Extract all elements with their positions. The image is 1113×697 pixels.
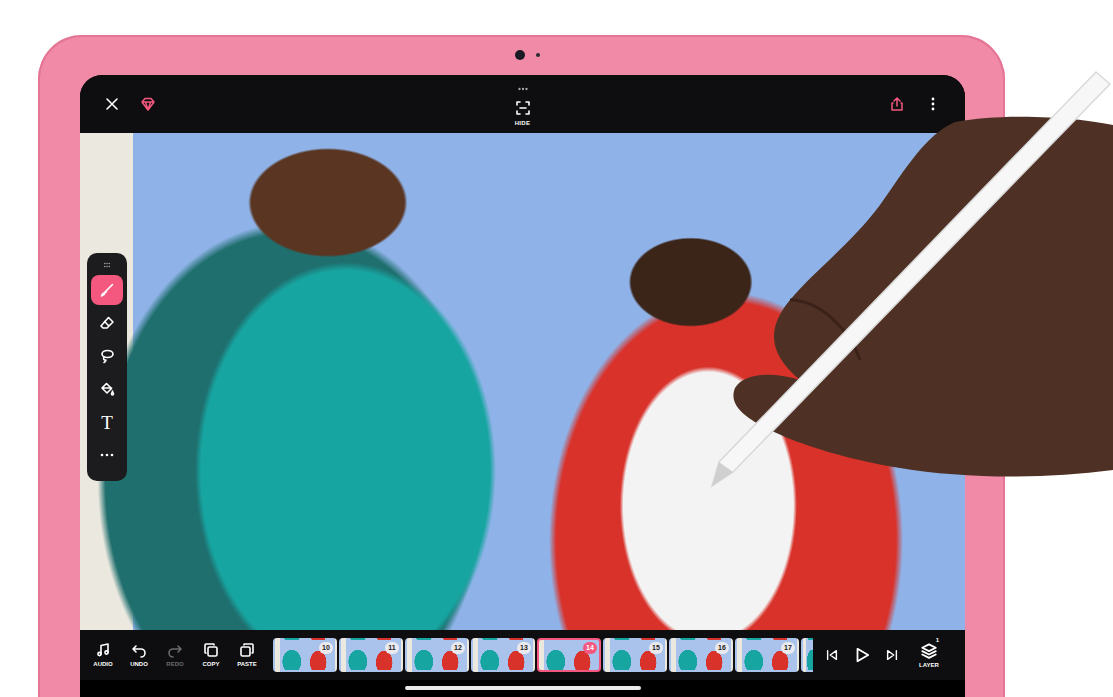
paste-icon — [239, 642, 255, 658]
top-bar: HIDE — [80, 75, 965, 133]
redo-icon — [167, 642, 183, 658]
premium-button[interactable] — [130, 86, 166, 122]
hide-icon — [515, 100, 531, 116]
frame-thumbnail[interactable]: 15 — [603, 638, 667, 672]
frame-thumbnail[interactable]: 14 — [537, 638, 601, 672]
brush-icon — [99, 282, 115, 298]
close-icon — [104, 96, 120, 112]
more-tool[interactable] — [91, 440, 123, 470]
undo-label: UNDO — [130, 661, 148, 668]
paste-label: PASTE — [237, 661, 257, 668]
share-button[interactable] — [879, 86, 915, 122]
more-icon — [99, 447, 115, 463]
lasso-icon — [99, 348, 115, 364]
frame-thumbnail[interactable]: 11 — [339, 638, 403, 672]
camera-icon — [515, 50, 525, 60]
frame-thumbnail[interactable]: 13 — [471, 638, 535, 672]
frame-number: 11 — [385, 642, 399, 654]
grab-handle-icon[interactable] — [87, 259, 127, 271]
bottom-bar: AUDIO UNDO REDO COPY PASTE 10 11 12 13 14 15 16 17 1 L… — [80, 630, 965, 680]
skip-back-icon — [825, 648, 839, 662]
audio-icon — [95, 642, 111, 658]
handle-icon — [516, 82, 530, 96]
share-icon — [889, 96, 905, 112]
frame-number: 12 — [451, 642, 465, 654]
hand-with-pencil-icon — [0, 0, 1113, 697]
top-right-group — [879, 86, 951, 122]
video-frame[interactable]: T — [80, 133, 965, 630]
frame-number: 13 — [517, 642, 531, 654]
frame-thumbnail[interactable]: 12 — [405, 638, 469, 672]
layer-count: 1 — [936, 637, 939, 643]
frame-thumbnail[interactable] — [801, 638, 813, 672]
gem-icon — [140, 96, 156, 112]
vdots-icon — [925, 96, 941, 112]
frame-timeline[interactable]: 10 11 12 13 14 15 16 17 — [273, 638, 813, 672]
copy-label: COPY — [202, 661, 219, 668]
home-indicator — [405, 686, 641, 690]
play-button[interactable] — [847, 640, 877, 670]
hide-button[interactable]: HIDE — [515, 82, 531, 127]
undo-icon — [131, 642, 147, 658]
top-left-group — [94, 86, 166, 122]
skip-back-button[interactable] — [817, 640, 847, 670]
skip-forward-icon — [885, 648, 899, 662]
eraser-tool[interactable] — [91, 308, 123, 338]
fill-tool[interactable] — [91, 374, 123, 404]
layer-icon — [920, 641, 938, 659]
frame-number: 17 — [781, 642, 795, 654]
frame-thumbnail[interactable]: 17 — [735, 638, 799, 672]
frame-number: 14 — [583, 642, 597, 654]
transport-controls — [817, 640, 907, 670]
text-tool-label: T — [101, 413, 113, 432]
frame-number: 10 — [319, 642, 333, 654]
play-icon — [853, 646, 871, 664]
eraser-icon — [99, 315, 115, 331]
copy-button[interactable]: COPY — [193, 635, 229, 675]
redo-button: REDO — [157, 635, 193, 675]
close-button[interactable] — [94, 86, 130, 122]
frame-thumbnail[interactable]: 10 — [273, 638, 337, 672]
menu-button[interactable] — [915, 86, 951, 122]
fill-icon — [99, 381, 115, 397]
brush-tool[interactable] — [91, 275, 123, 305]
frame-number: 16 — [715, 642, 729, 654]
audio-button[interactable]: AUDIO — [85, 635, 121, 675]
screen: HIDE T AUDIOUNDOREDOCOPYPASTE10111213141… — [80, 75, 965, 697]
copy-icon — [203, 642, 219, 658]
frame-thumbnail[interactable]: 16 — [669, 638, 733, 672]
layer-button[interactable]: 1 LAYER — [911, 635, 947, 675]
layer-label: LAYER — [919, 662, 939, 669]
frame-number: 15 — [649, 642, 663, 654]
tool-panel: T — [87, 253, 127, 481]
lasso-tool[interactable] — [91, 341, 123, 371]
text-tool[interactable]: T — [91, 407, 123, 437]
audio-label: AUDIO — [93, 661, 112, 668]
tablet-frame: HIDE T AUDIOUNDOREDOCOPYPASTE10111213141… — [38, 35, 1005, 697]
redo-label: REDO — [166, 661, 183, 668]
hide-label: HIDE — [515, 120, 531, 127]
undo-button[interactable]: UNDO — [121, 635, 157, 675]
paste-button[interactable]: PASTE — [229, 635, 265, 675]
skip-forward-button[interactable] — [877, 640, 907, 670]
